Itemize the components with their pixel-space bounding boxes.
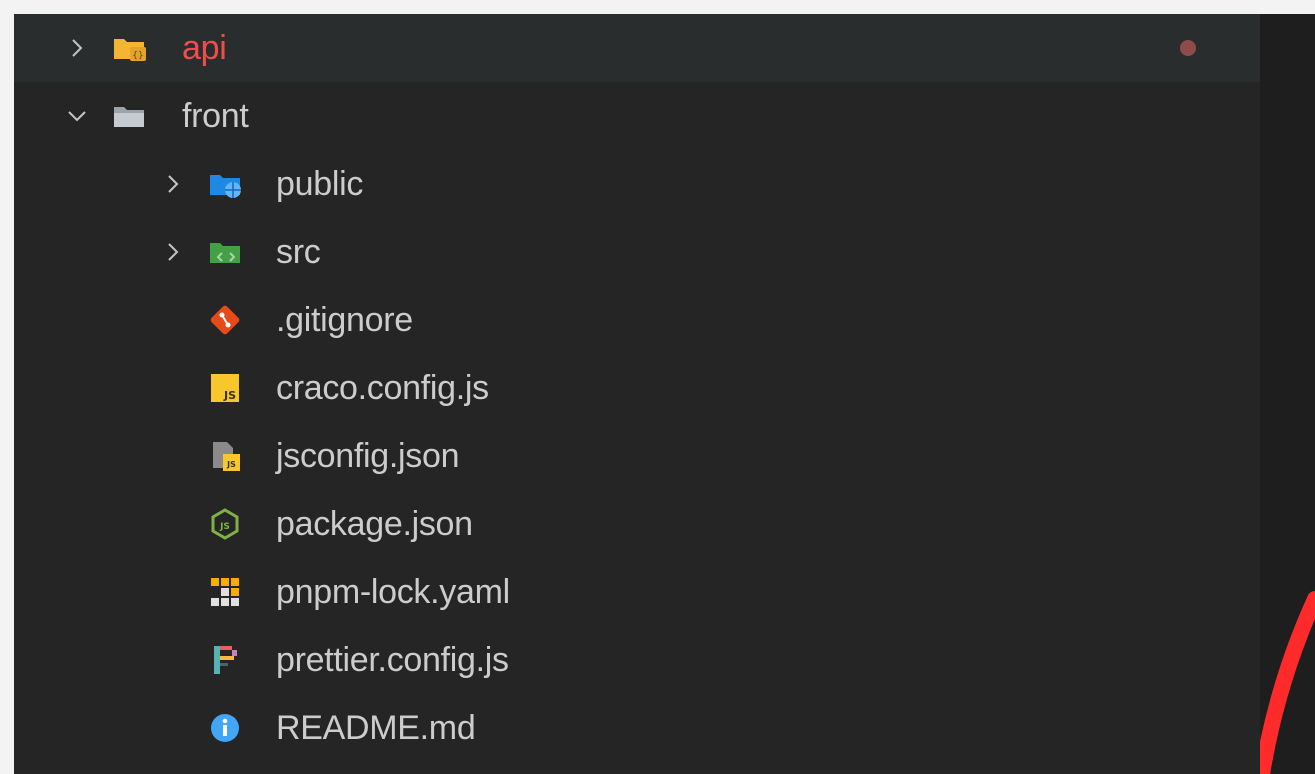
tree-item-label: craco.config.js <box>276 369 489 407</box>
tree-item-package-json[interactable]: JS package.json <box>14 490 1260 558</box>
screenshot-frame: {} api front public src .gitignore JS cr… <box>14 14 1315 774</box>
chevron-right-icon[interactable] <box>162 173 184 195</box>
tree-item-front[interactable]: front <box>14 82 1260 150</box>
chevron-right-icon[interactable] <box>162 241 184 263</box>
file-explorer: {} api front public src .gitignore JS cr… <box>14 14 1260 774</box>
tree-item-label: pnpm-lock.yaml <box>276 573 510 611</box>
git-icon <box>208 303 242 337</box>
chevron-right-icon[interactable] <box>66 37 88 59</box>
tree-item-label: front <box>182 97 249 135</box>
tree-item-readme[interactable]: README.md <box>14 694 1260 762</box>
nodejs-icon: JS <box>208 507 242 541</box>
tree-item-prettier-config[interactable]: prettier.config.js <box>14 626 1260 694</box>
chevron-down-icon[interactable] <box>66 105 88 127</box>
info-icon <box>208 711 242 745</box>
error-status-dot <box>1180 40 1196 56</box>
svg-text:JS: JS <box>223 389 236 402</box>
folder-open-icon <box>112 99 146 133</box>
tree-item-label: README.md <box>276 709 476 747</box>
tree-item-label: src <box>276 233 321 271</box>
editor-area <box>1260 14 1315 774</box>
javascript-icon: JS <box>208 371 242 405</box>
pnpm-icon <box>208 575 242 609</box>
svg-text:JS: JS <box>226 460 236 469</box>
tree-item-label: .gitignore <box>276 301 413 339</box>
tree-item-public[interactable]: public <box>14 150 1260 218</box>
tree-item-label: package.json <box>276 505 473 543</box>
tree-item-label: prettier.config.js <box>276 641 509 679</box>
tree-item-api[interactable]: {} api <box>14 14 1260 82</box>
tree-item-gitignore[interactable]: .gitignore <box>14 286 1260 354</box>
folder-src-icon <box>208 235 242 269</box>
tree-item-label: jsconfig.json <box>276 437 460 475</box>
jsconfig-icon: JS <box>208 439 242 473</box>
svg-text:JS: JS <box>219 522 230 532</box>
prettier-icon <box>208 643 242 677</box>
folder-public-icon <box>208 167 242 201</box>
tree-item-jsconfig[interactable]: JS jsconfig.json <box>14 422 1260 490</box>
tree-item-src[interactable]: src <box>14 218 1260 286</box>
svg-text:{}: {} <box>132 51 143 61</box>
tree-item-label: api <box>182 29 227 67</box>
tree-item-craco-config[interactable]: JS craco.config.js <box>14 354 1260 422</box>
tree-item-label: public <box>276 165 364 203</box>
folder-api-icon: {} <box>112 31 146 65</box>
red-annotation-stroke <box>1260 591 1315 774</box>
tree-item-pnpm-lock[interactable]: pnpm-lock.yaml <box>14 558 1260 626</box>
